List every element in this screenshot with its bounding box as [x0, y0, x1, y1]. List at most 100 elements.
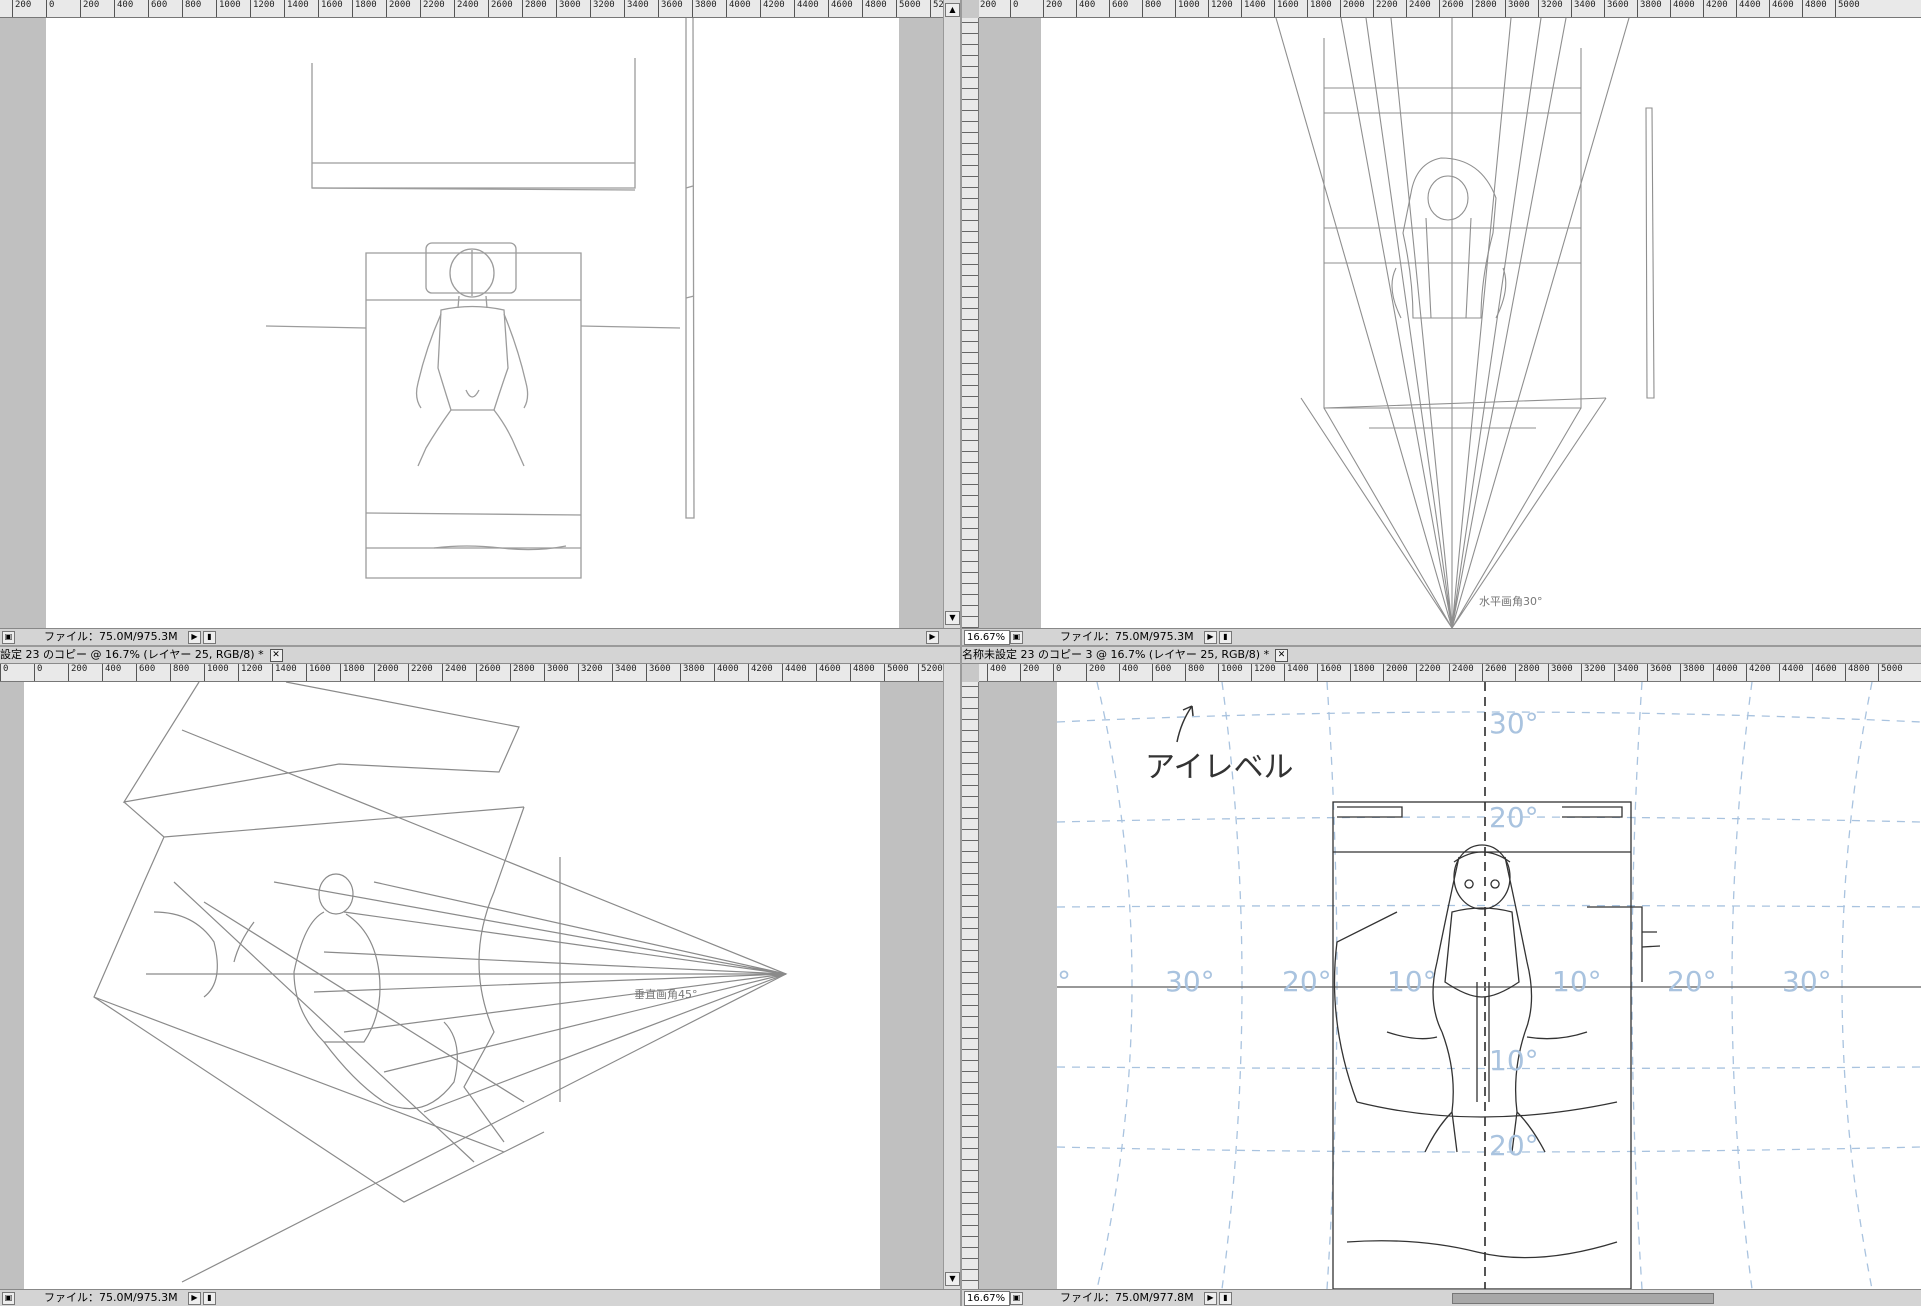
ruler-tick-label: 1600	[318, 0, 343, 17]
ruler-tick-label: 3800	[1637, 0, 1662, 17]
document-title: 名称未設定 23 のコピー 3 @ 16.7% (レイヤー 25, RGB/8)…	[962, 648, 1270, 661]
vertical-ruler-tick	[962, 528, 978, 529]
ruler-tick-label: 2600	[1482, 664, 1507, 681]
vertical-ruler-tick	[962, 1280, 978, 1281]
horizontal-scroll-thumb[interactable]	[1452, 1293, 1714, 1304]
status-menu-arrow[interactable]: ▶	[188, 631, 201, 644]
horizontal-ruler: 0 0 200 400 600 800 1000 1200 1400 1600 1800 2000 22…	[0, 664, 960, 682]
vertical-ruler-tick	[962, 121, 978, 122]
vertical-ruler-tick	[962, 796, 978, 797]
status-bar: 16.67% ▣ ファイル：75.0M/977.8M ▶ ▮	[962, 1289, 1921, 1306]
ruler-tick-label: 4400	[794, 0, 819, 17]
ruler-tick-label: 2600	[1439, 0, 1464, 17]
drawing-canvas[interactable]: 30° 20° ° 30° 20° 10° 10° 20° 30° 10° 20…	[1057, 682, 1921, 1289]
vertical-ruler-tick	[962, 539, 978, 540]
hscroll-right-arrow[interactable]: ▶	[926, 631, 939, 644]
vertical-ruler-tick	[962, 1269, 978, 1270]
ruler-tick-label: 1600	[1317, 664, 1342, 681]
document-window-bottom-left: 設定 23 のコピー @ 16.7% (レイヤー 25, RGB/8) * ✕ 0…	[0, 647, 960, 1306]
vertical-ruler-tick	[962, 730, 978, 731]
vertical-ruler-tick	[962, 33, 978, 34]
ruler-tick-label: 1800	[352, 0, 377, 17]
canvas-workspace[interactable]: 水平画角30°	[979, 18, 1921, 628]
ruler-tick-label: 1200	[1208, 0, 1233, 17]
ruler-tick-label: 2200	[420, 0, 445, 17]
ruler-tick-label: 2400	[1406, 0, 1431, 17]
status-icon[interactable]: ▣	[2, 1292, 15, 1305]
vertical-ruler-tick	[962, 1093, 978, 1094]
canvas-workspace[interactable]	[0, 18, 944, 628]
vertical-ruler-tick	[962, 198, 978, 199]
ruler-tick-label: 4800	[850, 664, 875, 681]
vertical-ruler-tick	[962, 708, 978, 709]
status-menu-icon[interactable]: ▮	[1219, 631, 1232, 644]
document-title-bar[interactable]: 設定 23 のコピー @ 16.7% (レイヤー 25, RGB/8) * ✕	[0, 647, 960, 664]
vertical-ruler-tick	[962, 895, 978, 896]
ruler-tick-label: 5200	[918, 664, 943, 681]
vertical-ruler-tick	[962, 440, 978, 441]
ruler-tick-label: 4200	[1703, 0, 1728, 17]
zoom-level-field[interactable]: 16.67%	[964, 630, 1010, 645]
vertical-ruler-tick	[962, 572, 978, 573]
drawing-canvas[interactable]: 水平画角30°	[1041, 18, 1921, 628]
document-title-bar[interactable]: 名称未設定 23 のコピー 3 @ 16.7% (レイヤー 25, RGB/8)…	[962, 647, 1921, 664]
vertical-ruler-tick	[962, 884, 978, 885]
angle-label-bottom-10: 10°	[1489, 1044, 1539, 1077]
canvas-workspace[interactable]: 垂直画角45°	[0, 682, 944, 1289]
close-document-icon[interactable]: ✕	[269, 648, 283, 662]
angle-label-right-30: 30°	[1782, 965, 1832, 998]
vertical-ruler-tick	[962, 763, 978, 764]
status-menu-icon[interactable]: ▮	[203, 631, 216, 644]
ruler-tick-label: 0	[0, 664, 8, 681]
status-icon[interactable]: ▣	[2, 631, 15, 644]
sketch-topdown-room	[265, 18, 695, 579]
vertical-scrollbar[interactable]: ▼	[943, 664, 960, 1289]
status-menu-arrow[interactable]: ▶	[1204, 631, 1217, 644]
ruler-tick-label: 800	[170, 664, 189, 681]
vertical-ruler-tick	[962, 1115, 978, 1116]
ruler-tick-label: 3000	[544, 664, 569, 681]
vertical-ruler-tick	[962, 484, 978, 485]
zoom-level-field[interactable]: 16.67%	[964, 1291, 1010, 1306]
ruler-tick-label: 3800	[1680, 664, 1705, 681]
close-document-icon[interactable]: ✕	[1275, 648, 1289, 662]
vertical-ruler-tick	[962, 550, 978, 551]
file-size-info: ファイル：75.0M/977.8M	[1060, 1291, 1194, 1304]
vertical-ruler-tick	[962, 385, 978, 386]
vertical-ruler-tick	[962, 862, 978, 863]
ruler-tick-label: 4400	[1736, 0, 1761, 17]
status-menu-arrow[interactable]: ▶	[1204, 1292, 1217, 1305]
ruler-tick-label: 1000	[1175, 0, 1200, 17]
vertical-ruler-tick	[962, 873, 978, 874]
ruler-tick-label: 3400	[1571, 0, 1596, 17]
scroll-down-arrow[interactable]: ▼	[945, 1272, 960, 1286]
drawing-canvas[interactable]: 垂直画角45°	[24, 682, 880, 1289]
vertical-ruler-tick	[962, 374, 978, 375]
vertical-ruler-tick	[962, 1027, 978, 1028]
status-bar: 16.67% ▣ ファイル：75.0M/975.3M ▶ ▮	[962, 628, 1921, 645]
scroll-up-arrow[interactable]: ▲	[945, 3, 960, 17]
status-icon[interactable]: ▣	[1010, 631, 1023, 644]
vertical-ruler-tick	[962, 363, 978, 364]
vertical-ruler-tick	[962, 462, 978, 463]
status-menu-arrow[interactable]: ▶	[188, 1292, 201, 1305]
drawing-canvas[interactable]	[46, 18, 899, 628]
ruler-tick-label: 2800	[522, 0, 547, 17]
ruler-tick-label: 1400	[1241, 0, 1266, 17]
ruler-tick-label: 5000	[884, 664, 909, 681]
vertical-ruler-tick	[962, 517, 978, 518]
status-icon[interactable]: ▣	[1010, 1292, 1023, 1305]
ruler-tick-label: 200	[68, 664, 87, 681]
ruler-tick-label: 4000	[1670, 0, 1695, 17]
ruler-tick-label: 600	[1109, 0, 1128, 17]
status-menu-icon[interactable]: ▮	[1219, 1292, 1232, 1305]
status-menu-icon[interactable]: ▮	[203, 1292, 216, 1305]
canvas-workspace[interactable]: 30° 20° ° 30° 20° 10° 10° 20° 30° 10° 20…	[979, 682, 1921, 1289]
vertical-ruler-tick	[962, 983, 978, 984]
ruler-tick-label: 200	[1020, 664, 1039, 681]
vertical-ruler-tick	[962, 1104, 978, 1105]
ruler-tick-label: 3800	[692, 0, 717, 17]
status-bar: ▣ ファイル：75.0M/975.3M ▶ ▮ ▶	[0, 628, 960, 645]
vertical-scrollbar[interactable]: ▲ ▼	[943, 0, 960, 628]
scroll-down-arrow[interactable]: ▼	[945, 611, 960, 625]
